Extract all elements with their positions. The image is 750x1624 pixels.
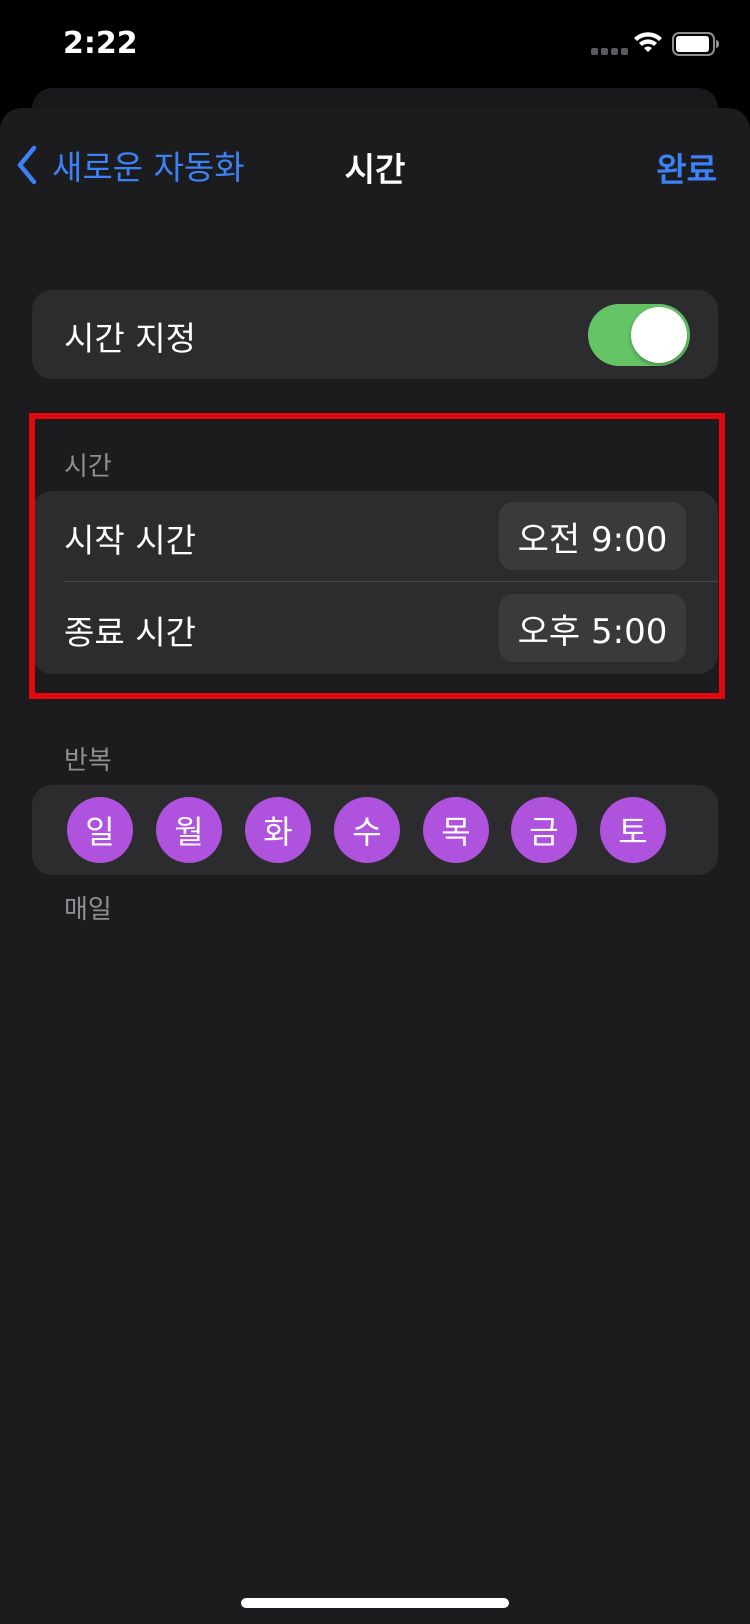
cellular-signal-icon: [591, 48, 628, 55]
toggle-knob: [631, 307, 687, 363]
day-saturday-button[interactable]: 토: [600, 797, 666, 863]
wifi-icon: [634, 32, 662, 52]
back-button-label: 새로운 자동화: [52, 148, 245, 187]
back-button[interactable]: 새로운 자동화: [16, 143, 245, 187]
status-bar: 2:22: [0, 0, 750, 88]
highlight-box: [29, 413, 725, 699]
day-tuesday-button[interactable]: 화: [245, 797, 311, 863]
done-button[interactable]: 완료: [656, 143, 717, 191]
home-indicator[interactable]: [241, 1598, 509, 1608]
day-friday-button[interactable]: 금: [511, 797, 577, 863]
chevron-left-icon: [17, 145, 37, 185]
time-setting-toggle[interactable]: [588, 304, 690, 366]
day-monday-button[interactable]: 월: [156, 797, 222, 863]
day-wednesday-button[interactable]: 수: [334, 797, 400, 863]
battery-icon: [672, 32, 719, 56]
day-sunday-button[interactable]: 일: [67, 797, 133, 863]
time-setting-label: 시간 지정: [64, 319, 196, 358]
repeat-section-header: 반복: [64, 746, 112, 776]
day-thursday-button[interactable]: 목: [423, 797, 489, 863]
repeat-summary: 매일: [64, 895, 112, 925]
status-time: 2:22: [63, 26, 138, 61]
